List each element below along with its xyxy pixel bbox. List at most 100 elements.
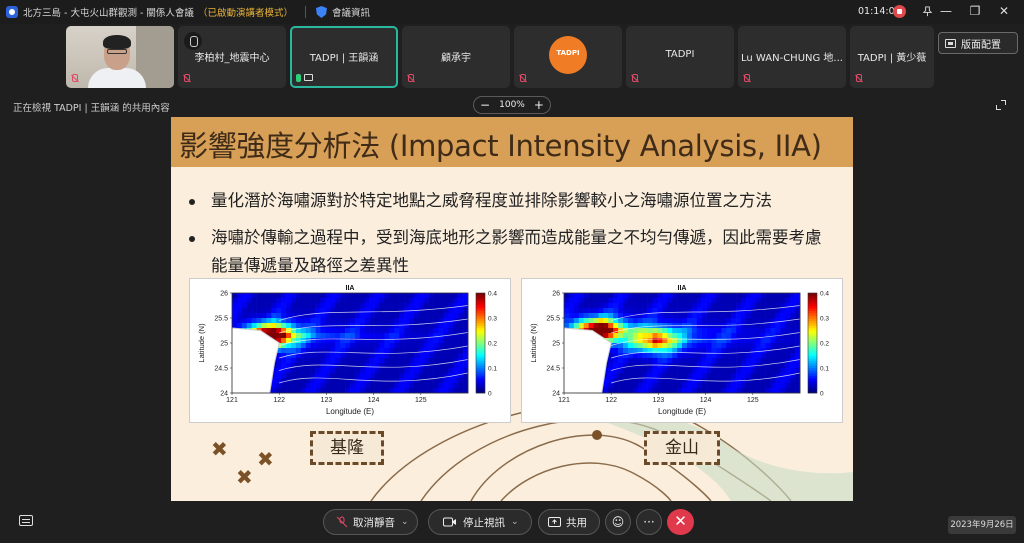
colorbar-swatch: [808, 375, 817, 379]
heatmap-cell: [608, 358, 614, 364]
leave-meeting-button[interactable]: ✕: [667, 509, 694, 535]
heatmap-cell: [305, 308, 311, 314]
zoom-out-button[interactable]: −: [480, 98, 490, 112]
heatmap-cell: [384, 388, 390, 394]
participant-tile[interactable]: TADPI: [626, 26, 734, 88]
heatmap-cell: [428, 363, 434, 369]
heatmap-cell: [345, 293, 351, 299]
heatmap-cell: [354, 358, 361, 364]
heatmap-cell: [335, 303, 341, 309]
heatmap-cell: [241, 308, 248, 314]
heatmap-cell: [682, 358, 688, 364]
heatmap-cell: [291, 343, 297, 349]
heatmap-cell: [613, 298, 619, 304]
heatmap-cell: [760, 328, 766, 334]
heatmap-cell: [745, 318, 752, 324]
heatmap-cell: [760, 308, 766, 314]
heatmap-cell: [266, 293, 272, 299]
participant-name: TADPI: [665, 49, 695, 60]
participant-tile[interactable]: Lu WAN-CHUNG 地...: [738, 26, 846, 88]
heatmap-cell: [760, 363, 766, 369]
heatmap-cell: [448, 338, 454, 344]
restore-button[interactable]: ❐: [962, 2, 988, 20]
participant-tile-active-speaker[interactable]: TADPI | 王韻涵: [290, 26, 398, 88]
heatmap-cell: [438, 298, 444, 304]
heatmap-cell: [271, 318, 277, 324]
heatmap-cell: [320, 383, 326, 389]
heatmap-cell: [463, 343, 469, 349]
more-options-button[interactable]: ···: [636, 509, 662, 535]
mic-off-icon: [406, 74, 415, 83]
heatmap-cell: [345, 373, 351, 379]
heatmap-cell: [672, 368, 678, 374]
stop-video-button[interactable]: 停止視訊 ⌄: [428, 509, 532, 535]
heatmap-cell: [438, 313, 444, 319]
minimize-button[interactable]: —: [933, 2, 959, 20]
close-window-button[interactable]: ✕: [991, 2, 1017, 20]
heatmap-cell: [593, 303, 599, 309]
heatmap-cell: [686, 328, 693, 334]
heatmap-cell: [745, 313, 752, 319]
colorbar-swatch: [808, 308, 817, 311]
layout-button[interactable]: 版面配置: [938, 32, 1018, 54]
chevron-down-icon[interactable]: ⌄: [511, 517, 519, 527]
meeting-info-link[interactable]: 會議資訊: [332, 5, 370, 19]
colorbar-swatch: [476, 388, 485, 391]
heatmap-cell: [291, 303, 297, 309]
heatmap-cell: [593, 313, 599, 319]
colorbar-swatch: [808, 295, 817, 299]
participant-tile[interactable]: TADPI | 黃少薇: [850, 26, 934, 88]
heatmap-cell: [711, 373, 717, 379]
fullscreen-icon[interactable]: [996, 100, 1006, 110]
participant-tile[interactable]: 顧承宇: [402, 26, 510, 88]
heatmap-cell: [696, 373, 702, 379]
heatmap-cell: [443, 308, 449, 314]
colorbar-swatch: [476, 313, 485, 316]
colorbar-swatch: [808, 340, 817, 344]
participant-tile[interactable]: [66, 26, 174, 88]
heatmap-cell: [305, 318, 311, 324]
heatmap-cell: [696, 363, 702, 369]
heatmap-cell: [662, 333, 668, 339]
chat-icon[interactable]: [19, 515, 33, 526]
heatmap-cell: [701, 353, 707, 359]
heatmap-cell: [677, 303, 683, 309]
heatmap-cell: [790, 308, 796, 314]
heatmap-cell: [354, 373, 361, 379]
heatmap-cell: [741, 373, 747, 379]
heatmap-cell: [637, 293, 643, 299]
participant-tile[interactable]: TADPI: [514, 26, 622, 88]
heatmap-cell: [448, 353, 454, 359]
heatmap-cell: [463, 313, 469, 319]
heatmap-cell: [443, 303, 449, 309]
heatmap-cell: [261, 318, 267, 324]
shield-icon[interactable]: [315, 6, 327, 18]
heatmap-cell: [261, 303, 267, 309]
heatmap-cell: [745, 298, 752, 304]
heatmap-cell: [369, 373, 375, 379]
zoom-in-button[interactable]: +: [534, 98, 544, 112]
heatmap-cell: [711, 353, 717, 359]
heatmap-cell: [305, 343, 311, 349]
heatmap-cell: [701, 388, 707, 394]
heatmap-cell: [755, 303, 761, 309]
chevron-down-icon[interactable]: ⌄: [401, 517, 409, 527]
heatmap-cell: [463, 348, 469, 354]
record-icon[interactable]: [893, 5, 906, 18]
heatmap-cell: [652, 308, 658, 314]
heatmap-cell: [583, 298, 589, 304]
reactions-button[interactable]: ☺: [605, 509, 631, 535]
unmute-button[interactable]: 取消靜音 ⌄: [323, 509, 418, 535]
pin-icon[interactable]: [922, 6, 933, 17]
heatmap-cell: [780, 298, 786, 304]
heatmap-cell: [374, 383, 380, 389]
heatmap-cell: [632, 373, 639, 379]
heatmap-cell: [325, 373, 331, 379]
heatmap-cell: [409, 318, 415, 324]
heatmap-cell: [760, 298, 766, 304]
heatmap-cell: [667, 373, 673, 379]
heatmap-cell: [448, 383, 454, 389]
heatmap-cell: [765, 373, 771, 379]
participant-tile[interactable]: 李柏村_地震中心: [178, 26, 286, 88]
share-button[interactable]: 共用: [538, 509, 600, 535]
